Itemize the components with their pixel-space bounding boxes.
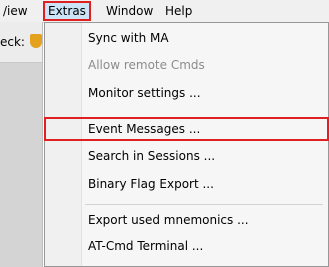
menu-view[interactable]: /iew bbox=[0, 3, 31, 19]
menu-bar: /iew Extras Window Help bbox=[0, 0, 329, 23]
menu-separator bbox=[85, 204, 323, 205]
menu-item-at-cmd-terminal[interactable]: AT-Cmd Terminal ... bbox=[45, 235, 328, 257]
menu-window[interactable]: Window bbox=[103, 3, 156, 19]
menu-item-label: Sync with MA bbox=[88, 31, 169, 45]
menu-item-event-messages[interactable]: Event Messages ... bbox=[44, 117, 329, 141]
menu-item-label: Export used mnemonics ... bbox=[88, 213, 249, 227]
shield-icon[interactable] bbox=[30, 34, 42, 48]
menu-item-label: AT-Cmd Terminal ... bbox=[88, 239, 204, 253]
menu-item-monitor-settings[interactable]: Monitor settings ... bbox=[45, 82, 328, 104]
menu-item-binary-flag-export[interactable]: Binary Flag Export ... bbox=[45, 173, 328, 195]
menu-item-export-used-mnemonics[interactable]: Export used mnemonics ... bbox=[45, 209, 328, 231]
extras-dropdown-menu: Sync with MA Allow remote Cmds Monitor s… bbox=[44, 22, 329, 267]
menu-item-sync-with-ma[interactable]: Sync with MA bbox=[45, 27, 328, 49]
menu-item-search-in-sessions[interactable]: Search in Sessions ... bbox=[45, 145, 328, 167]
menu-item-label: Search in Sessions ... bbox=[88, 149, 216, 163]
check-label: eck: bbox=[0, 35, 25, 49]
menu-item-label: Monitor settings ... bbox=[88, 86, 201, 100]
left-toolbar: eck: bbox=[0, 22, 42, 63]
left-panel: eck: bbox=[0, 22, 43, 267]
menu-item-label: Binary Flag Export ... bbox=[88, 177, 214, 191]
menu-extras[interactable]: Extras bbox=[43, 1, 91, 21]
menu-item-allow-remote-cmds: Allow remote Cmds bbox=[45, 54, 328, 76]
menu-help[interactable]: Help bbox=[162, 3, 195, 19]
menu-item-label: Event Messages ... bbox=[88, 122, 201, 136]
menu-item-label: Allow remote Cmds bbox=[88, 58, 205, 72]
